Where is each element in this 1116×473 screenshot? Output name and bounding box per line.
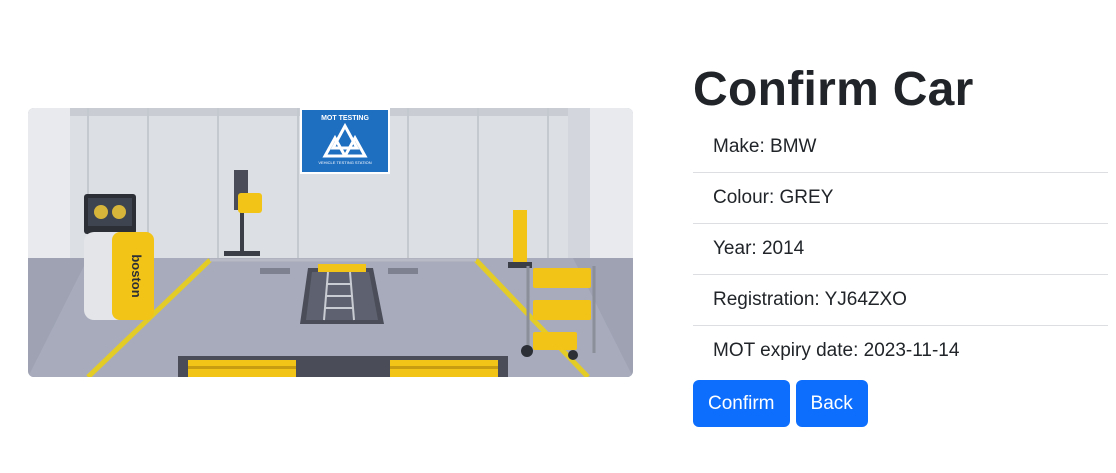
sign-subtitle: VEHICLE TESTING STATION	[318, 160, 371, 165]
action-buttons: Confirm Back	[693, 380, 868, 427]
mot-garage-illustration: MOT TESTING VEHICLE TESTING STATION bost…	[28, 108, 633, 377]
car-make: Make: BMW	[693, 122, 1108, 173]
mot-garage-image: MOT TESTING VEHICLE TESTING STATION bost…	[28, 108, 633, 377]
car-year: Year: 2014	[693, 224, 1108, 275]
back-button[interactable]: Back	[795, 380, 868, 427]
car-colour: Colour: GREY	[693, 173, 1108, 224]
car-details-panel: Confirm Car Make: BMW Colour: GREY Year:…	[693, 60, 1108, 376]
confirm-button[interactable]: Confirm	[693, 380, 790, 427]
sign-title: MOT TESTING	[321, 115, 369, 122]
car-registration: Registration: YJ64ZXO	[693, 275, 1108, 326]
page-title: Confirm Car	[693, 63, 974, 116]
car-details-list: Make: BMW Colour: GREY Year: 2014 Regist…	[693, 122, 1108, 376]
equipment-brand: boston	[129, 254, 144, 297]
car-mot-expiry: MOT expiry date: 2023-11-14	[713, 340, 960, 361]
